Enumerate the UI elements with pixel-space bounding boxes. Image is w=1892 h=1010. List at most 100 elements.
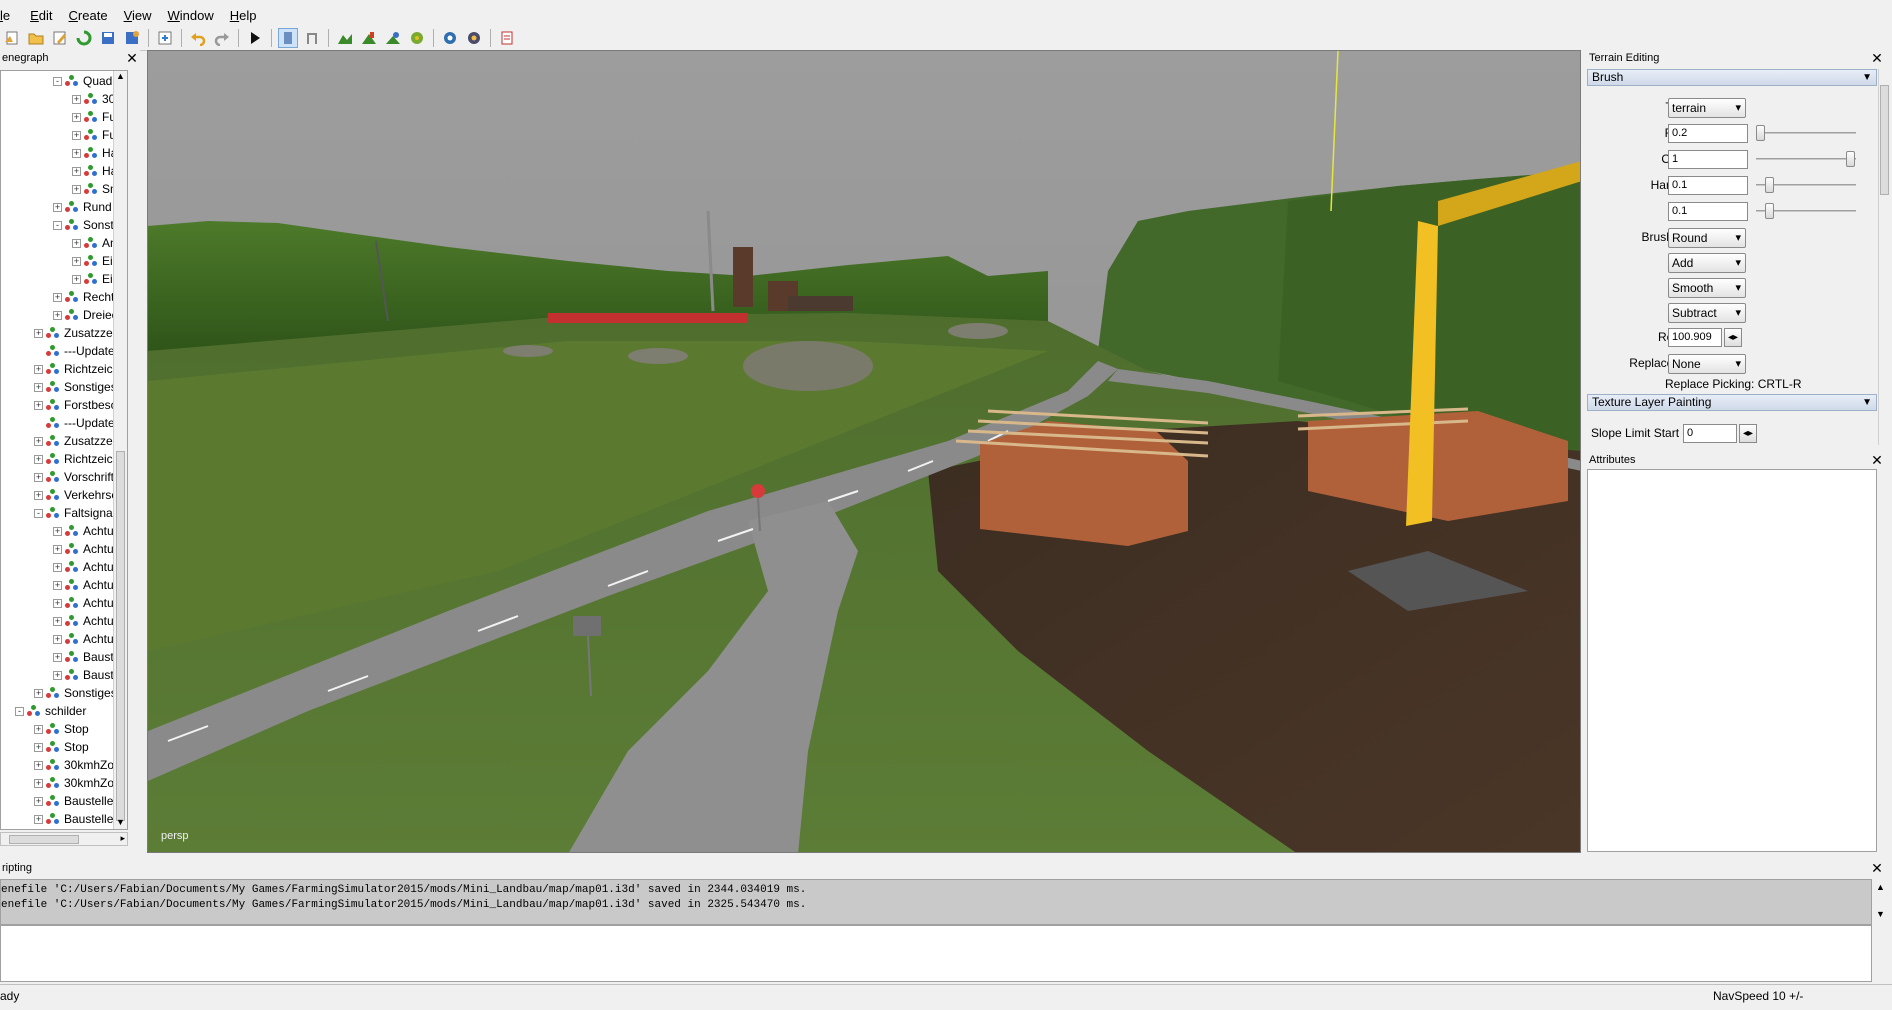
- refresh-icon[interactable]: [74, 28, 94, 48]
- terrain-paint-icon[interactable]: [359, 28, 379, 48]
- expand-node-icon[interactable]: +: [34, 382, 43, 392]
- play-icon[interactable]: [245, 28, 265, 48]
- lmb-select[interactable]: Add: [1668, 253, 1746, 273]
- opacity-input[interactable]: 1: [1668, 150, 1748, 169]
- mmb-select[interactable]: Smooth: [1668, 278, 1746, 298]
- tree-item[interactable]: + Stop: [34, 720, 89, 738]
- expand-node-icon[interactable]: +: [53, 202, 62, 212]
- tree-item[interactable]: + Baustelle: [34, 810, 113, 828]
- expand-node-icon[interactable]: +: [53, 562, 62, 572]
- scroll-up-icon[interactable]: ▲: [1876, 882, 1885, 892]
- save-as-icon[interactable]: [122, 28, 142, 48]
- value-input[interactable]: 0.1: [1668, 202, 1748, 221]
- replace-input[interactable]: 100.909: [1668, 328, 1722, 347]
- expand-node-icon[interactable]: +: [53, 544, 62, 554]
- terrain-scrollbar[interactable]: [1878, 69, 1890, 445]
- expand-node-icon[interactable]: +: [53, 634, 62, 644]
- settings-gear-icon[interactable]: [440, 28, 460, 48]
- menu-help[interactable]: Help: [225, 8, 262, 23]
- expand-node-icon[interactable]: +: [53, 670, 62, 680]
- brush-type-select[interactable]: Round: [1668, 228, 1746, 248]
- redo-icon[interactable]: [212, 28, 232, 48]
- undo-icon[interactable]: [188, 28, 208, 48]
- menu-file[interactable]: le: [0, 8, 15, 23]
- expand-node-icon[interactable]: +: [34, 472, 43, 482]
- scroll-up-icon[interactable]: ▲: [114, 71, 127, 85]
- script-input[interactable]: [0, 925, 1872, 982]
- expand-node-icon[interactable]: +: [34, 724, 43, 734]
- scroll-down-icon[interactable]: ▼: [114, 817, 127, 829]
- slope-limit-input[interactable]: 0: [1683, 424, 1737, 443]
- scroll-right-icon[interactable]: ▸: [120, 833, 125, 844]
- expand-node-icon[interactable]: +: [53, 526, 62, 536]
- expand-node-icon[interactable]: +: [72, 238, 81, 248]
- menu-window[interactable]: Window: [163, 8, 219, 23]
- brush-section-header[interactable]: Brush ▼: [1587, 69, 1877, 86]
- expand-node-icon[interactable]: +: [34, 454, 43, 464]
- menu-view[interactable]: View: [119, 8, 157, 23]
- tree-horizontal-scrollbar[interactable]: ▸: [0, 832, 128, 846]
- scroll-down-icon[interactable]: ▼: [1876, 909, 1885, 919]
- tree-item[interactable]: + Rund: [53, 198, 112, 216]
- tree-hscroll-thumb[interactable]: [9, 835, 79, 844]
- menu-edit[interactable]: Edit: [25, 8, 57, 23]
- edit-icon[interactable]: [50, 28, 70, 48]
- expand-node-icon[interactable]: +: [53, 292, 62, 302]
- report-icon[interactable]: [497, 28, 517, 48]
- hardness-slider[interactable]: [1756, 176, 1856, 194]
- expand-node-icon[interactable]: +: [34, 490, 43, 500]
- collapse-node-icon[interactable]: -: [53, 220, 62, 230]
- tree-item[interactable]: + Sonstiges: [34, 684, 117, 702]
- expand-node-icon[interactable]: +: [72, 130, 81, 140]
- expand-node-icon[interactable]: +: [34, 814, 43, 824]
- expand-node-icon[interactable]: +: [34, 688, 43, 698]
- terrain-close-icon[interactable]: ✕: [1870, 51, 1884, 65]
- new-file-icon[interactable]: [2, 28, 22, 48]
- expand-node-icon[interactable]: +: [72, 274, 81, 284]
- expand-node-icon[interactable]: +: [34, 778, 43, 788]
- expand-node-icon[interactable]: +: [34, 364, 43, 374]
- expand-node-icon[interactable]: +: [72, 148, 81, 158]
- expand-node-icon[interactable]: +: [34, 400, 43, 410]
- expand-node-icon[interactable]: +: [34, 742, 43, 752]
- select-mode-icon[interactable]: [278, 28, 298, 48]
- tree-item[interactable]: + Stop: [34, 738, 89, 756]
- collapse-icon[interactable]: ▼: [1862, 395, 1872, 410]
- foliage-paint-icon[interactable]: [383, 28, 403, 48]
- texture-layer-section-header[interactable]: Texture Layer Painting ▼: [1587, 394, 1877, 411]
- value-slider[interactable]: [1756, 202, 1856, 220]
- slope-spinner-icon[interactable]: ◂▸: [1739, 424, 1757, 443]
- tree-item[interactable]: + Baustelle: [34, 792, 113, 810]
- collapse-node-icon[interactable]: -: [15, 706, 24, 716]
- expand-node-icon[interactable]: +: [72, 184, 81, 194]
- expand-node-icon[interactable]: +: [34, 436, 43, 446]
- replace-limit-select[interactable]: None: [1668, 354, 1746, 374]
- placement-icon[interactable]: [407, 28, 427, 48]
- terrain-scroll-thumb[interactable]: [1880, 85, 1889, 195]
- expand-node-icon[interactable]: +: [53, 598, 62, 608]
- collapse-node-icon[interactable]: -: [53, 76, 62, 86]
- hardness-input[interactable]: 0.1: [1668, 176, 1748, 195]
- radius-input[interactable]: 0.2: [1668, 124, 1748, 143]
- menu-create[interactable]: Create: [64, 8, 113, 23]
- expand-node-icon[interactable]: +: [53, 310, 62, 320]
- expand-node-icon[interactable]: +: [34, 328, 43, 338]
- 3d-viewport[interactable]: persp: [147, 50, 1581, 853]
- expand-node-icon[interactable]: +: [72, 94, 81, 104]
- expand-node-icon[interactable]: +: [53, 652, 62, 662]
- plugin-gear-icon[interactable]: [464, 28, 484, 48]
- scripting-close-icon[interactable]: ✕: [1870, 861, 1884, 875]
- terrain-select[interactable]: terrain: [1668, 98, 1746, 118]
- collapse-node-icon[interactable]: -: [34, 508, 43, 518]
- expand-node-icon[interactable]: +: [34, 760, 43, 770]
- save-icon[interactable]: [98, 28, 118, 48]
- scenegraph-close-icon[interactable]: ✕: [125, 51, 139, 65]
- tree-item[interactable]: - schilder: [15, 702, 86, 720]
- tree-vertical-scrollbar[interactable]: ▲ ▼: [113, 71, 127, 829]
- tree-scroll-thumb[interactable]: [116, 451, 125, 821]
- scenegraph-tree[interactable]: -Quadratisc+30kmh+Fussga+Fussga+Haltev+H…: [0, 70, 128, 830]
- move-mode-icon[interactable]: [302, 28, 322, 48]
- import-icon[interactable]: [155, 28, 175, 48]
- expand-node-icon[interactable]: +: [72, 256, 81, 266]
- expand-node-icon[interactable]: +: [53, 580, 62, 590]
